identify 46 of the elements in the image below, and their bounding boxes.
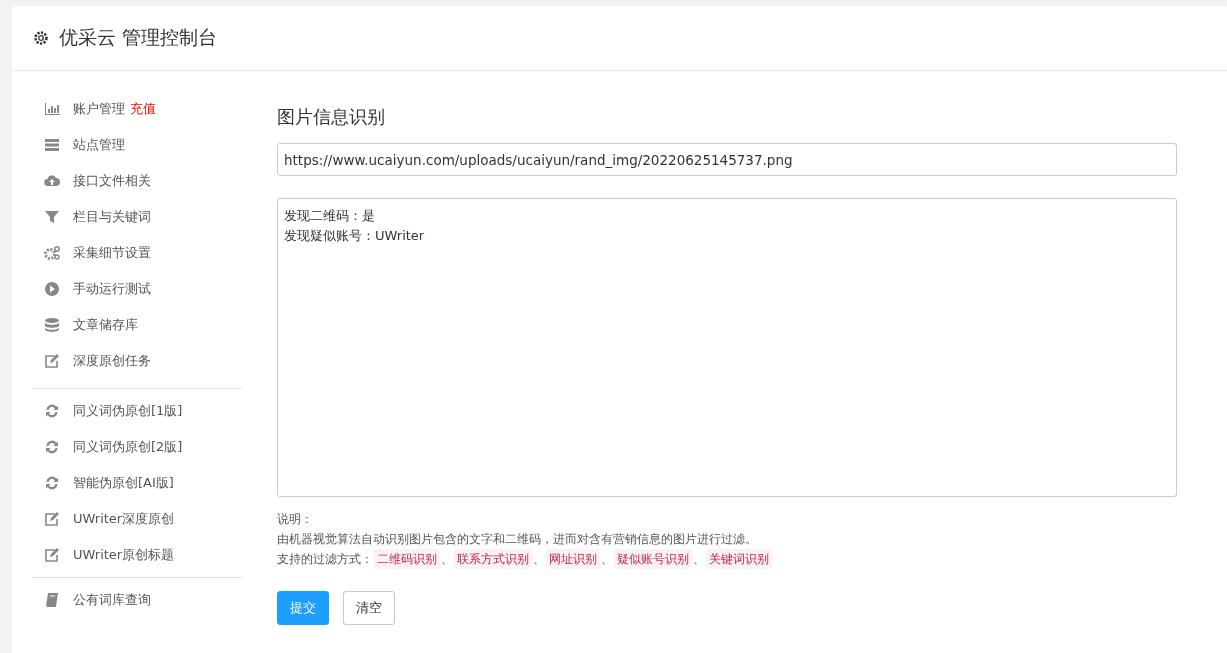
filter-tag: 网址识别 [546,549,600,569]
bar-chart-icon [44,101,60,117]
separator: 、 [601,551,613,568]
sidebar-item[interactable]: 栏目与关键词 [32,199,242,235]
filter-tag: 疑似账号识别 [614,549,692,569]
sidebar-item[interactable]: 文章储存库 [32,307,242,343]
url-field[interactable]: https://www.ucaiyun.com/uploads/ucaiyun/rand_img/20220625145737.png [277,143,1177,176]
filter-icon [44,209,60,225]
sidebar-item[interactable]: 账户管理 充值 [32,91,242,127]
settings-icon [33,30,49,46]
refresh-icon [44,439,60,455]
sidebar-item[interactable]: 站点管理 [32,127,242,163]
sidebar-item[interactable]: 公有词库查询 [32,582,242,618]
sidebar-item[interactable]: 同义词伪原创[1版] [32,393,242,429]
clear-button[interactable]: 清空 [343,591,395,625]
sidebar-item[interactable]: 深度原创任务 [32,343,242,379]
edit-icon [44,511,60,527]
app-title: 优采云 管理控制台 [59,25,218,50]
sidebar-item[interactable]: 智能伪原创[AI版] [32,465,242,501]
sidebar-item[interactable]: UWriter原创标题 [32,537,242,573]
sidebar-item[interactable]: 接口文件相关 [32,163,242,199]
edit-icon [44,547,60,563]
sidebar-item[interactable]: 手动运行测试 [32,271,242,307]
sidebar-item[interactable]: 采集细节设置 [32,235,242,271]
section-title: 图片信息识别 [277,105,386,129]
sidebar-item[interactable]: 同义词伪原创[2版] [32,429,242,465]
gears-icon [44,245,60,261]
separator: 、 [693,551,705,568]
sidebar-item[interactable]: UWriter深度原创 [32,501,242,537]
database-icon [44,317,60,333]
play-icon [44,281,60,297]
cloud-upload-icon [44,173,60,189]
filter-tag: 联系方式识别 [454,549,532,569]
separator: 、 [441,551,453,568]
result-box[interactable]: 发现二维码：是 发现疑似账号：UWriter [277,198,1177,497]
edit-icon [44,353,60,369]
refresh-icon [44,475,60,491]
refresh-icon [44,403,60,419]
book-icon [44,592,60,608]
filter-tag: 关键词识别 [706,549,772,569]
filter-tag: 二维码识别 [374,549,440,569]
separator: 、 [533,551,545,568]
server-icon [44,137,60,153]
filter-label: 支持的过滤方式： [277,551,373,568]
note-text: 由机器视觉算法自动识别图片包含的文字和二维码，进而对含有营销信息的图片进行过滤。 [277,531,758,548]
note-label: 说明： [277,511,314,528]
